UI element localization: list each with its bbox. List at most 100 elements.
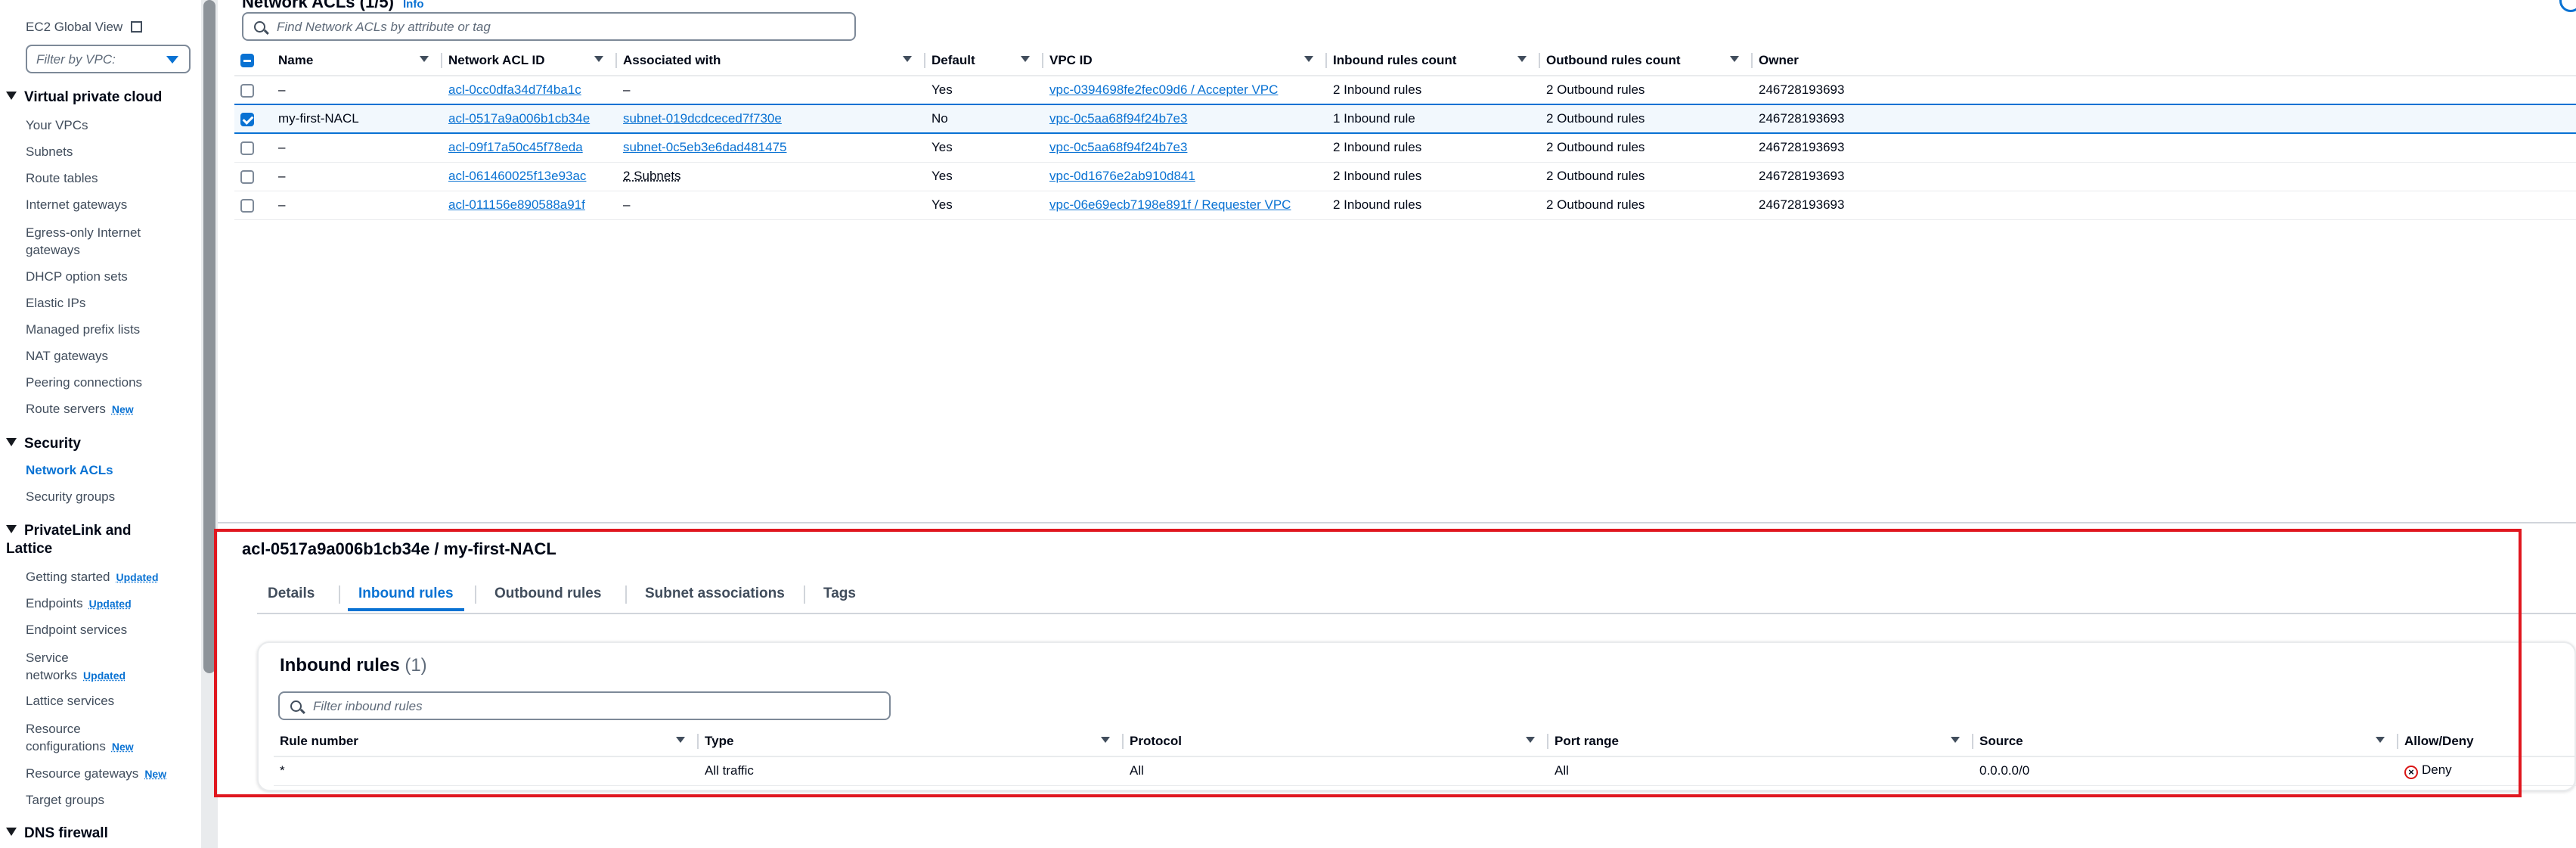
row-checkbox-cell[interactable] bbox=[234, 76, 272, 105]
column-header-rule-number[interactable]: Rule number bbox=[274, 726, 699, 757]
column-header-name[interactable]: Name bbox=[272, 45, 442, 76]
cell-outbound: 2 Outbound rules bbox=[1540, 76, 1753, 105]
sort-icon[interactable] bbox=[1526, 737, 1535, 743]
column-header-inbound[interactable]: Inbound rules count bbox=[1327, 45, 1540, 76]
cell-name: my-first-NACL bbox=[272, 104, 442, 134]
vpc-id-link[interactable]: vpc-0c5aa68f94f24b7e3 bbox=[1049, 111, 1187, 126]
sort-icon[interactable] bbox=[1951, 737, 1960, 743]
acl-id-link[interactable]: acl-011156e890588a91f bbox=[448, 197, 585, 212]
sidebar-item-your-vpcs[interactable]: Your VPCs bbox=[26, 118, 88, 133]
sort-icon[interactable] bbox=[2376, 737, 2385, 743]
sidebar-item-service-networks[interactable]: Service networks Updated bbox=[26, 649, 162, 685]
column-header-default[interactable]: Default bbox=[925, 45, 1043, 76]
row-checkbox-cell[interactable] bbox=[234, 104, 272, 134]
acl-id-link[interactable]: acl-0517a9a006b1cb34e bbox=[448, 111, 590, 126]
sidebar-item-managed-prefix-lists[interactable]: Managed prefix lists bbox=[26, 322, 140, 337]
table-row-selected[interactable]: my-first-NACL acl-0517a9a006b1cb34e subn… bbox=[234, 104, 2576, 134]
sort-icon[interactable] bbox=[420, 56, 429, 62]
sort-icon[interactable] bbox=[1021, 56, 1030, 62]
sidebar-item-endpoint-services[interactable]: Endpoint services bbox=[26, 623, 127, 638]
sidebar-item-nat-gateways[interactable]: NAT gateways bbox=[26, 349, 108, 364]
vpc-id-link[interactable]: vpc-06e69ecb7198e891f / Requester VPC bbox=[1049, 197, 1291, 212]
sort-icon[interactable] bbox=[1517, 56, 1527, 62]
sidebar-item-endpoints[interactable]: Endpoints Updated bbox=[26, 596, 132, 611]
table-row[interactable]: – acl-061460025f13e93ac 2 Subnets Yes vp… bbox=[234, 162, 2576, 191]
tab-inbound-rules[interactable]: Inbound rules bbox=[348, 576, 464, 611]
column-header-allow-deny[interactable]: Allow/Deny bbox=[2398, 726, 2576, 757]
tab-subnet-associations[interactable]: Subnet associations bbox=[634, 576, 795, 611]
column-header-owner[interactable]: Owner bbox=[1753, 45, 2576, 76]
sidebar-section-dns-firewall[interactable]: DNS firewall bbox=[6, 825, 108, 842]
table-row[interactable]: – acl-0cc0dfa34d7f4ba1c – Yes vpc-039469… bbox=[234, 76, 2576, 105]
sidebar-item-resource-configurations[interactable]: Resource configurations New bbox=[26, 720, 177, 756]
table-row[interactable]: – acl-09f17a50c45f78eda subnet-0c5eb3e6d… bbox=[234, 133, 2576, 163]
subnets-popover[interactable]: 2 Subnets bbox=[623, 169, 681, 183]
subnet-link[interactable]: subnet-019dcdceced7f730e bbox=[623, 111, 782, 126]
new-badge: New bbox=[144, 768, 167, 780]
sidebar-section-privatelink[interactable]: PrivateLink and Lattice bbox=[6, 522, 180, 558]
sidebar-section-security[interactable]: Security bbox=[6, 436, 81, 452]
sidebar-item-getting-started[interactable]: Getting started Updated bbox=[26, 570, 159, 585]
tab-tags[interactable]: Tags bbox=[813, 576, 866, 611]
sidebar-section-vpc[interactable]: Virtual private cloud bbox=[6, 89, 162, 106]
tab-details[interactable]: Details bbox=[257, 576, 325, 611]
sort-icon[interactable] bbox=[594, 56, 603, 62]
tab-outbound-rules[interactable]: Outbound rules bbox=[484, 576, 612, 611]
subnet-link[interactable]: subnet-0c5eb3e6dad481475 bbox=[623, 140, 786, 154]
row-checkbox-checked[interactable] bbox=[240, 112, 254, 126]
sort-icon[interactable] bbox=[1101, 737, 1110, 743]
sidebar-item-elastic-ips[interactable]: Elastic IPs bbox=[26, 296, 85, 311]
select-all-checkbox-cell[interactable] bbox=[234, 45, 272, 76]
sidebar-item-route-tables[interactable]: Route tables bbox=[26, 171, 98, 186]
sidebar-item-ec2-global-view[interactable]: EC2 Global View bbox=[26, 20, 142, 35]
vpc-id-link[interactable]: vpc-0c5aa68f94f24b7e3 bbox=[1049, 140, 1187, 154]
row-checkbox[interactable] bbox=[240, 198, 254, 213]
sidebar-item-network-acls[interactable]: Network ACLs bbox=[26, 463, 113, 478]
column-header-associated[interactable]: Associated with bbox=[617, 45, 925, 76]
sidebar-item-label: Resource gateways bbox=[26, 766, 139, 781]
column-header-source[interactable]: Source bbox=[1973, 726, 2398, 757]
sidebar-item-peering-connections[interactable]: Peering connections bbox=[26, 375, 142, 390]
info-link[interactable]: Info bbox=[403, 0, 424, 11]
column-header-port-range[interactable]: Port range bbox=[1548, 726, 1973, 757]
row-checkbox-cell[interactable] bbox=[234, 133, 272, 163]
split-panel-resize-handle[interactable] bbox=[1545, 529, 1557, 531]
sort-icon[interactable] bbox=[903, 56, 912, 62]
sidebar-item-route-servers[interactable]: Route servers New bbox=[26, 402, 134, 417]
sidebar-item-lattice-services[interactable]: Lattice services bbox=[26, 694, 114, 709]
row-checkbox[interactable] bbox=[240, 141, 254, 155]
sort-icon[interactable] bbox=[1730, 56, 1739, 62]
select-all-checkbox[interactable] bbox=[240, 54, 254, 68]
sidebar-item-resource-gateways[interactable]: Resource gateways New bbox=[26, 766, 166, 781]
filter-inbound-rules-input[interactable]: Filter inbound rules bbox=[278, 691, 891, 720]
column-header-outbound[interactable]: Outbound rules count bbox=[1540, 45, 1753, 76]
sidebar-item-internet-gateways[interactable]: Internet gateways bbox=[26, 197, 127, 213]
sidebar-item-security-groups[interactable]: Security groups bbox=[26, 489, 115, 505]
sidebar-item-egress-only-gateways[interactable]: Egress-only Internet gateways bbox=[26, 224, 177, 259]
vpc-id-link[interactable]: vpc-0d1676e2ab910d841 bbox=[1049, 169, 1195, 183]
row-checkbox[interactable] bbox=[240, 169, 254, 184]
sort-icon[interactable] bbox=[676, 737, 685, 743]
acl-id-link[interactable]: acl-09f17a50c45f78eda bbox=[448, 140, 583, 154]
sidebar-item-target-groups[interactable]: Target groups bbox=[26, 793, 104, 808]
vpc-id-link[interactable]: vpc-0394698fe2fec09d6 / Accepter VPC bbox=[1049, 82, 1278, 97]
column-header-label: Allow/Deny bbox=[2404, 733, 2474, 748]
row-checkbox-cell[interactable] bbox=[234, 191, 272, 220]
table-header-row: Name Network ACL ID Associated with Defa… bbox=[234, 45, 2576, 76]
sidebar-item-dhcp-option-sets[interactable]: DHCP option sets bbox=[26, 269, 128, 284]
search-input[interactable]: Find Network ACLs by attribute or tag bbox=[242, 12, 856, 41]
column-header-acl-id[interactable]: Network ACL ID bbox=[442, 45, 617, 76]
sort-icon[interactable] bbox=[1304, 56, 1313, 62]
split-panel-divider[interactable] bbox=[218, 522, 2576, 523]
column-header-vpc-id[interactable]: VPC ID bbox=[1043, 45, 1327, 76]
sidebar-scrollbar-thumb[interactable] bbox=[203, 0, 215, 673]
table-row[interactable]: – acl-011156e890588a91f – Yes vpc-06e69e… bbox=[234, 191, 2576, 220]
row-checkbox-cell[interactable] bbox=[234, 162, 272, 191]
acl-id-link[interactable]: acl-061460025f13e93ac bbox=[448, 169, 586, 183]
acl-id-link[interactable]: acl-0cc0dfa34d7f4ba1c bbox=[448, 82, 581, 97]
column-header-protocol[interactable]: Protocol bbox=[1124, 726, 1548, 757]
sidebar-item-subnets[interactable]: Subnets bbox=[26, 144, 73, 160]
vpc-filter-select[interactable]: Filter by VPC: bbox=[26, 45, 191, 73]
column-header-type[interactable]: Type bbox=[699, 726, 1124, 757]
row-checkbox[interactable] bbox=[240, 83, 254, 98]
